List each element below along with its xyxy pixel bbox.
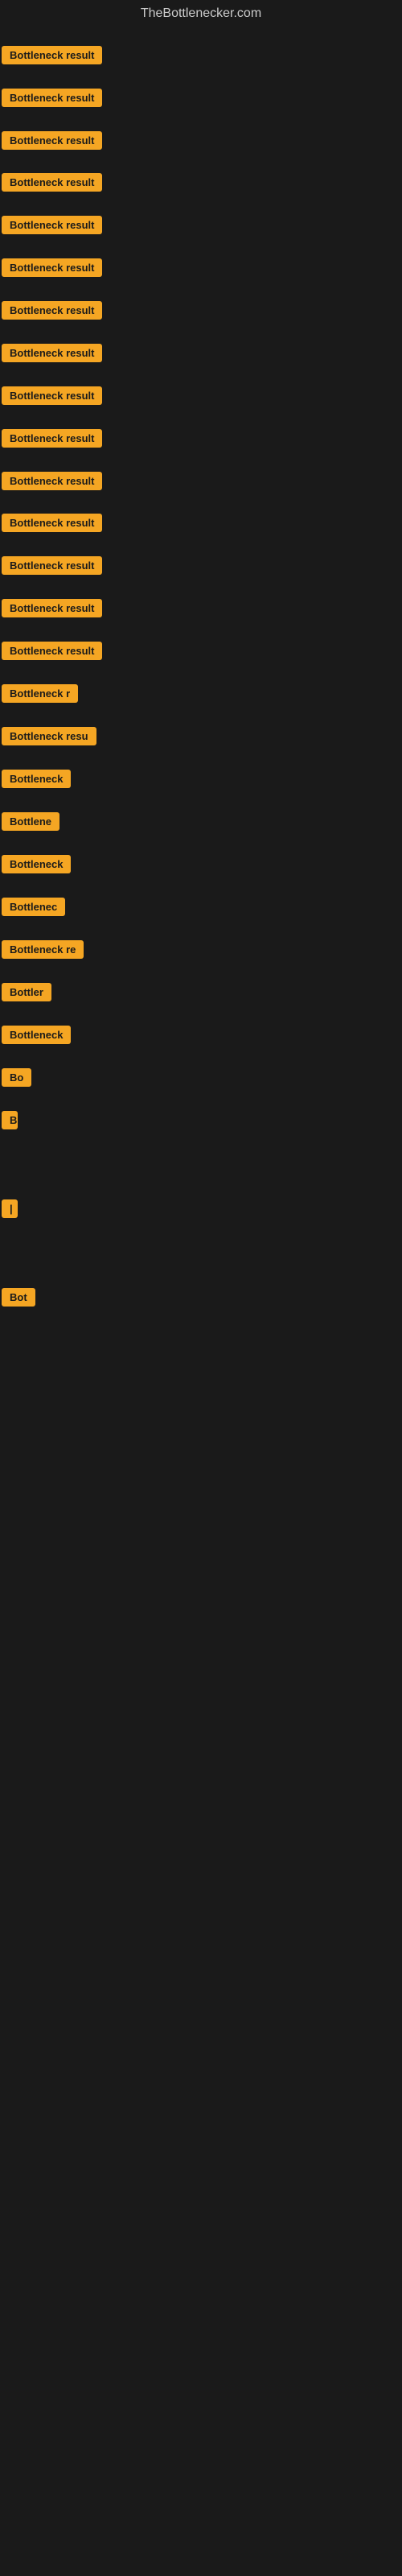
result-row: Bottleneck re — [2, 940, 84, 963]
result-row: Bottleneck result — [2, 514, 102, 536]
site-title: TheBottlenecker.com — [0, 0, 402, 27]
bottleneck-badge[interactable]: Bottleneck result — [2, 386, 102, 405]
result-row: Bottleneck result — [2, 642, 102, 664]
bottleneck-badge[interactable]: B — [2, 1111, 18, 1129]
result-row: Bottleneck result — [2, 258, 102, 281]
result-row: Bottlene — [2, 812, 59, 835]
bottleneck-badge[interactable]: Bottleneck result — [2, 642, 102, 660]
bottleneck-badge[interactable]: Bottleneck result — [2, 344, 102, 362]
bottleneck-badge[interactable]: Bottler — [2, 983, 51, 1001]
bottleneck-badge[interactable]: Bo — [2, 1068, 31, 1087]
bottleneck-badge[interactable]: Bottleneck result — [2, 216, 102, 234]
bottleneck-badge[interactable]: Bottleneck result — [2, 514, 102, 532]
bottleneck-badge[interactable]: Bottleneck result — [2, 301, 102, 320]
result-row: Bottleneck result — [2, 89, 102, 111]
bottleneck-badge[interactable]: Bottlenec — [2, 898, 65, 916]
result-row: Bottleneck result — [2, 131, 102, 154]
result-row: Bo — [2, 1068, 31, 1091]
result-row: Bottleneck result — [2, 386, 102, 409]
bottleneck-badge[interactable]: Bottleneck result — [2, 173, 102, 192]
result-row: Bottleneck — [2, 855, 71, 877]
bottleneck-badge[interactable]: | — [2, 1199, 18, 1218]
result-row: Bottleneck r — [2, 684, 78, 707]
bottleneck-badge[interactable]: Bottlene — [2, 812, 59, 831]
bottleneck-badge[interactable]: Bot — [2, 1288, 35, 1307]
result-row: Bottleneck result — [2, 472, 102, 494]
bottleneck-badge[interactable]: Bottleneck result — [2, 258, 102, 277]
bottleneck-badge[interactable]: Bottleneck — [2, 1026, 71, 1044]
bottleneck-badge[interactable]: Bottleneck result — [2, 131, 102, 150]
bottleneck-badge[interactable]: Bottleneck re — [2, 940, 84, 959]
result-row: Bottleneck result — [2, 46, 102, 68]
result-row: | — [2, 1199, 18, 1222]
bottleneck-badge[interactable]: Bottleneck result — [2, 429, 102, 448]
bottleneck-badge[interactable]: Bottleneck r — [2, 684, 78, 703]
result-row: Bottleneck result — [2, 556, 102, 579]
result-row: Bottleneck — [2, 1026, 71, 1048]
result-row: Bottleneck result — [2, 216, 102, 238]
result-row: Bottleneck result — [2, 429, 102, 452]
result-row: Bottleneck — [2, 770, 71, 792]
bottleneck-badge[interactable]: Bottleneck result — [2, 599, 102, 617]
bottleneck-badge[interactable]: Bottleneck resu — [2, 727, 96, 745]
bottleneck-badge[interactable]: Bottleneck — [2, 855, 71, 873]
result-row: Bottleneck result — [2, 301, 102, 324]
result-row: Bot — [2, 1288, 35, 1311]
result-row: Bottleneck result — [2, 344, 102, 366]
result-row: Bottler — [2, 983, 51, 1005]
bottleneck-badge[interactable]: Bottleneck result — [2, 472, 102, 490]
result-row: B — [2, 1111, 18, 1133]
bottleneck-badge[interactable]: Bottleneck — [2, 770, 71, 788]
bottleneck-badge[interactable]: Bottleneck result — [2, 89, 102, 107]
result-row: Bottleneck resu — [2, 727, 96, 749]
bottleneck-badge[interactable]: Bottleneck result — [2, 556, 102, 575]
result-row: Bottleneck result — [2, 173, 102, 196]
result-row: Bottlenec — [2, 898, 65, 920]
result-row: Bottleneck result — [2, 599, 102, 621]
bottleneck-badge[interactable]: Bottleneck result — [2, 46, 102, 64]
